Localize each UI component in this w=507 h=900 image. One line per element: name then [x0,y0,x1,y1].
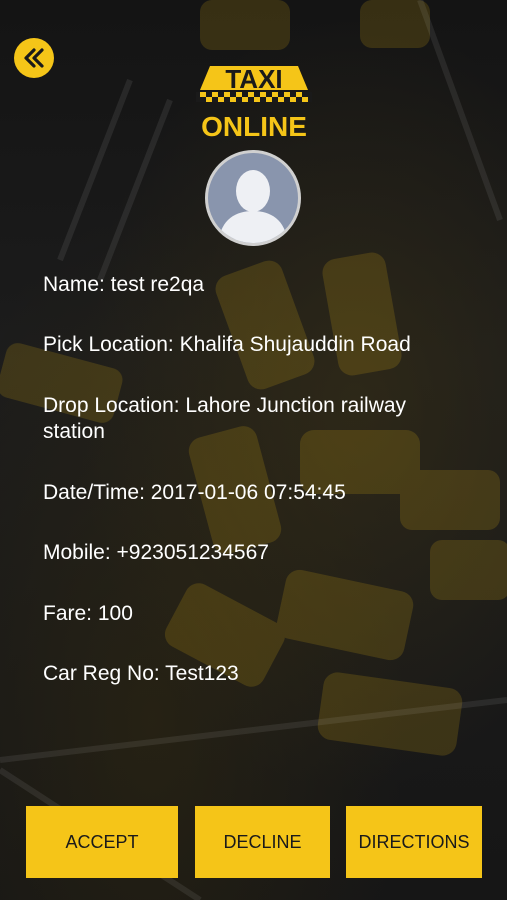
car-reg-number: Car Reg No: Test123 [43,662,239,685]
action-buttons: ACCEPT DECLINE DIRECTIONS [0,806,507,878]
decline-button[interactable]: DECLINE [195,806,330,878]
ride-request-screen: TAXI ONLINE Name: test re2qa Pick Locati… [0,0,507,900]
taxi-online-logo: TAXI ONLINE [196,64,312,142]
logo-text-online: ONLINE [201,111,307,142]
avatar [205,150,301,246]
pick-location: Pick Location: Khalifa Shujauddin Road [43,333,411,356]
drop-location: Drop Location: Lahore Junction railway s… [43,394,407,443]
user-silhouette-icon [218,170,288,243]
directions-button[interactable]: DIRECTIONS [346,806,482,878]
date-time: Date/Time: 2017-01-06 07:54:45 [43,481,346,504]
double-chevron-left-icon [24,48,44,68]
accept-button[interactable]: ACCEPT [26,806,178,878]
rider-name: Name: test re2qa [43,273,205,296]
fare: Fare: 100 [43,602,133,625]
mobile-number: Mobile: +923051234567 [43,541,269,564]
back-button[interactable] [14,38,54,78]
logo-text-taxi: TAXI [225,64,282,94]
